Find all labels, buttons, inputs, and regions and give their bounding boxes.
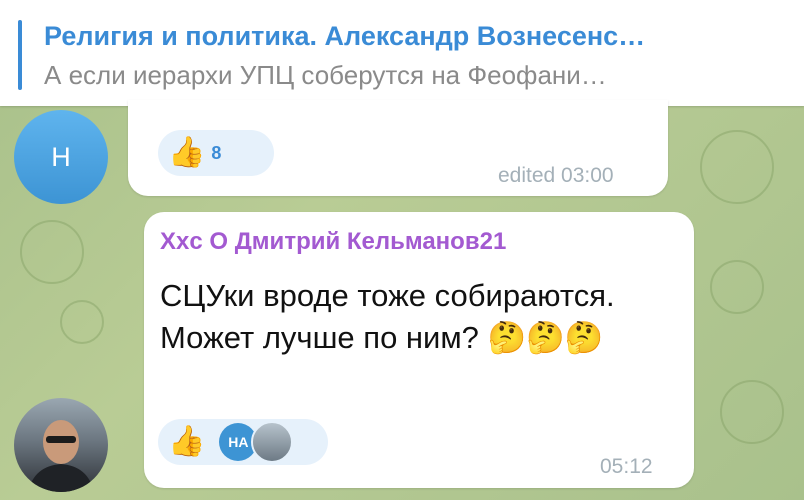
thumbs-up-icon: 👍 xyxy=(168,136,206,169)
message-text: СЦУки вроде тоже собираются. Может лучше… xyxy=(160,278,615,355)
background-doodle xyxy=(720,380,784,444)
reaction-count: 8 xyxy=(211,142,222,163)
avatar-photo-icon xyxy=(28,420,94,492)
message-time: edited 03:00 xyxy=(498,164,614,187)
background-doodle xyxy=(710,260,764,314)
avatar[interactable]: Н xyxy=(14,110,108,204)
message-time: 05:12 xyxy=(600,455,653,478)
reaction-button[interactable]: 👍 8 xyxy=(158,130,274,176)
avatar-initial: Н xyxy=(51,141,71,172)
reaction-button[interactable]: 👍 НА xyxy=(158,419,328,465)
reactor-avatar-photo xyxy=(251,421,294,463)
pinned-message-bar[interactable]: Религия и политика. Александр Вознесенс…… xyxy=(0,0,804,106)
pinned-accent-bar xyxy=(18,20,22,90)
background-doodle xyxy=(20,220,84,284)
thumbs-up-icon: 👍 xyxy=(168,425,206,458)
pinned-title: Религия и политика. Александр Вознесенс… xyxy=(44,21,646,51)
sender-name[interactable]: Xxc O Дмитрий Кельманов21 xyxy=(160,228,506,256)
background-doodle xyxy=(700,130,774,204)
pinned-snippet: А если иерархи УПЦ соберутся на Феофани… xyxy=(44,60,607,90)
avatar[interactable] xyxy=(14,398,108,492)
background-doodle xyxy=(60,300,104,344)
reactor-initials: НА xyxy=(228,434,249,450)
